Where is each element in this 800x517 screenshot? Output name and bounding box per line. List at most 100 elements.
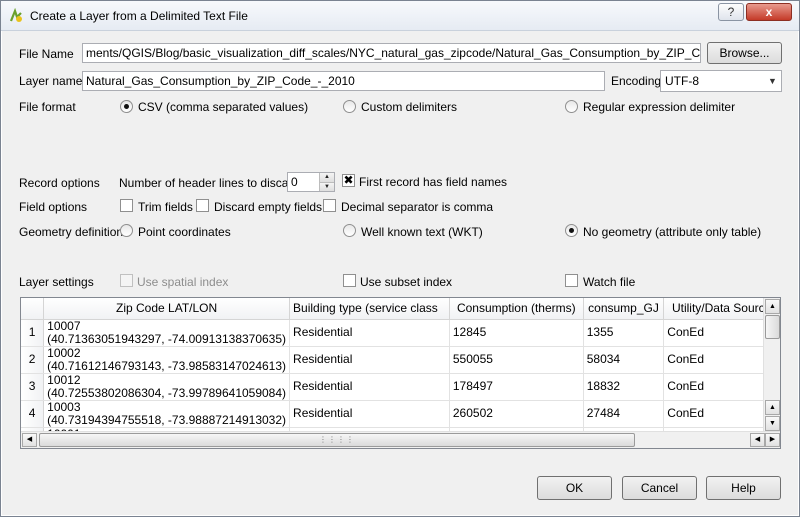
table-row[interactable]: 1 10007 (40.71363051943297, -74.009131383… bbox=[21, 319, 780, 347]
encoding-value: UTF-8 bbox=[665, 74, 699, 88]
window-title: Create a Layer from a Delimited Text Fil… bbox=[30, 9, 248, 23]
regex-delimiter-label[interactable]: Regular expression delimiter bbox=[583, 100, 735, 114]
regex-delimiter-radio[interactable] bbox=[565, 100, 578, 113]
csv-radio[interactable] bbox=[120, 100, 133, 113]
title-bar[interactable]: Create a Layer from a Delimited Text Fil… bbox=[1, 1, 799, 31]
header-lines-spinbox[interactable]: 0 ▲ ▼ bbox=[287, 172, 335, 192]
watch-file-label[interactable]: Watch file bbox=[583, 275, 635, 289]
zip-value: 10007 bbox=[47, 319, 81, 333]
csv-radio-label[interactable]: CSV (comma separated values) bbox=[138, 100, 308, 114]
building-cell: Residential bbox=[289, 400, 450, 428]
latlon-value: (40.73194394755518, -73.98887214913032) bbox=[47, 412, 287, 427]
zip-cell: 10003 (40.73194394755518, -73.98887214913… bbox=[43, 400, 291, 428]
spin-up-icon[interactable]: ▲ bbox=[319, 173, 334, 182]
spatial-index-checkbox[interactable] bbox=[120, 274, 133, 287]
subset-index-checkbox[interactable] bbox=[343, 274, 356, 287]
column-header[interactable]: Consumption (therms) bbox=[449, 298, 584, 320]
encoding-label: Encoding bbox=[611, 74, 662, 88]
spatial-index-label[interactable]: Use spatial index bbox=[137, 275, 228, 289]
file-name-input[interactable]: ments/QGIS/Blog/basic_visualization_diff… bbox=[82, 43, 701, 63]
field-options-label: Field options bbox=[19, 200, 88, 214]
geometry-definition-label: Geometry definition bbox=[19, 225, 124, 239]
zip-value: 10003 bbox=[47, 400, 81, 414]
wkt-label[interactable]: Well known text (WKT) bbox=[361, 225, 483, 239]
table-row[interactable]: 3 10012 (40.72553802086304, -73.997896410… bbox=[21, 373, 780, 401]
row-number[interactable]: 4 bbox=[21, 400, 45, 428]
no-geometry-label[interactable]: No geometry (attribute only table) bbox=[583, 225, 761, 239]
file-name-label: File Name bbox=[19, 47, 74, 61]
first-record-checkbox[interactable]: ✖ bbox=[342, 174, 355, 187]
zip-value: 10002 bbox=[47, 346, 81, 360]
decimal-comma-checkbox[interactable] bbox=[323, 199, 336, 212]
zip-value: 10012 bbox=[47, 373, 81, 387]
building-cell: Residential bbox=[289, 373, 450, 401]
point-coordinates-label[interactable]: Point coordinates bbox=[138, 225, 231, 239]
file-format-label: File format bbox=[19, 100, 76, 114]
custom-delimiters-label[interactable]: Custom delimiters bbox=[361, 100, 457, 114]
gj-cell: 1355 bbox=[583, 319, 665, 347]
consumption-cell: 550055 bbox=[449, 346, 584, 374]
table-row[interactable]: 2 10002 (40.71612146793143, -73.985831470… bbox=[21, 346, 780, 374]
consumption-cell: 178497 bbox=[449, 373, 584, 401]
scroll-up-icon[interactable]: ▲ bbox=[765, 400, 780, 415]
dialog-window: Create a Layer from a Delimited Text Fil… bbox=[0, 0, 800, 517]
close-window-button[interactable]: x bbox=[746, 3, 792, 21]
layer-settings-label: Layer settings bbox=[19, 275, 94, 289]
ok-button[interactable]: OK bbox=[537, 476, 612, 500]
row-number[interactable]: 1 bbox=[21, 319, 45, 347]
scroll-left-icon[interactable]: ◀ bbox=[22, 433, 37, 447]
vertical-scroll-thumb[interactable] bbox=[765, 315, 780, 339]
header-lines-label: Number of header lines to discard bbox=[119, 176, 300, 190]
first-record-label[interactable]: First record has field names bbox=[359, 175, 507, 189]
column-header[interactable]: consump_GJ bbox=[583, 298, 665, 320]
gj-cell: 18832 bbox=[583, 373, 665, 401]
discard-empty-checkbox[interactable] bbox=[196, 199, 209, 212]
horizontal-scroll-thumb[interactable]: ⋮⋮⋮⋮ bbox=[39, 433, 635, 447]
header-lines-value: 0 bbox=[291, 175, 298, 189]
help-button[interactable]: Help bbox=[706, 476, 781, 500]
layer-name-input[interactable]: Natural_Gas_Consumption_by_ZIP_Code_-_20… bbox=[82, 71, 605, 91]
horizontal-scrollbar[interactable]: ◀ ⋮⋮⋮⋮ ◀ ▶ bbox=[21, 431, 780, 448]
table-header-row: Zip Code LAT/LON Building type (service … bbox=[21, 298, 780, 320]
trim-fields-checkbox[interactable] bbox=[120, 199, 133, 212]
cancel-button[interactable]: Cancel bbox=[622, 476, 697, 500]
row-number[interactable]: 3 bbox=[21, 373, 45, 401]
record-options-label: Record options bbox=[19, 176, 100, 190]
zip-cell: 10002 (40.71612146793143, -73.98583147024… bbox=[43, 346, 291, 374]
scroll-left-icon[interactable]: ◀ bbox=[750, 433, 765, 447]
building-cell: Residential bbox=[289, 319, 450, 347]
scroll-up-icon[interactable]: ▲ bbox=[765, 299, 780, 314]
vertical-scrollbar[interactable]: ▲ ▲ ▼ bbox=[763, 298, 780, 432]
wkt-radio[interactable] bbox=[343, 224, 356, 237]
data-grid: Zip Code LAT/LON Building type (service … bbox=[21, 298, 780, 448]
encoding-select[interactable]: UTF-8 ▼ bbox=[660, 70, 782, 92]
column-header[interactable]: Building type (service class bbox=[289, 298, 450, 320]
scroll-down-icon[interactable]: ▼ bbox=[765, 416, 780, 431]
scroll-right-icon[interactable]: ▶ bbox=[765, 433, 780, 447]
trim-fields-label[interactable]: Trim fields bbox=[138, 200, 193, 214]
zip-cell: 10012 (40.72553802086304, -73.99789641059… bbox=[43, 373, 291, 401]
spin-down-icon[interactable]: ▼ bbox=[319, 182, 334, 191]
watch-file-checkbox[interactable] bbox=[565, 274, 578, 287]
sample-data-table[interactable]: Zip Code LAT/LON Building type (service … bbox=[20, 297, 781, 449]
discard-empty-label[interactable]: Discard empty fields bbox=[214, 200, 322, 214]
zip-cell: 10007 (40.71363051943297, -74.00913138370… bbox=[43, 319, 291, 347]
consumption-cell: 260502 bbox=[449, 400, 584, 428]
table-row[interactable]: 4 10003 (40.73194394755518, -73.988872149… bbox=[21, 400, 780, 428]
latlon-value: (40.72553802086304, -73.99789641059084) bbox=[47, 385, 287, 400]
decimal-comma-label[interactable]: Decimal separator is comma bbox=[341, 200, 493, 214]
custom-delimiters-radio[interactable] bbox=[343, 100, 356, 113]
subset-index-label[interactable]: Use subset index bbox=[360, 275, 452, 289]
column-header[interactable]: Zip Code LAT/LON bbox=[43, 298, 291, 320]
consumption-cell: 12845 bbox=[449, 319, 584, 347]
layer-name-label: Layer name bbox=[19, 74, 83, 88]
no-geometry-radio[interactable] bbox=[565, 224, 578, 237]
browse-button[interactable]: Browse... bbox=[707, 42, 782, 64]
corner-header bbox=[21, 298, 45, 320]
context-help-button[interactable]: ? bbox=[718, 3, 744, 21]
qgis-app-icon bbox=[9, 8, 22, 22]
latlon-value: (40.71363051943297, -74.00913138370635) bbox=[47, 331, 287, 346]
point-coordinates-radio[interactable] bbox=[120, 224, 133, 237]
gj-cell: 58034 bbox=[583, 346, 665, 374]
row-number[interactable]: 2 bbox=[21, 346, 45, 374]
